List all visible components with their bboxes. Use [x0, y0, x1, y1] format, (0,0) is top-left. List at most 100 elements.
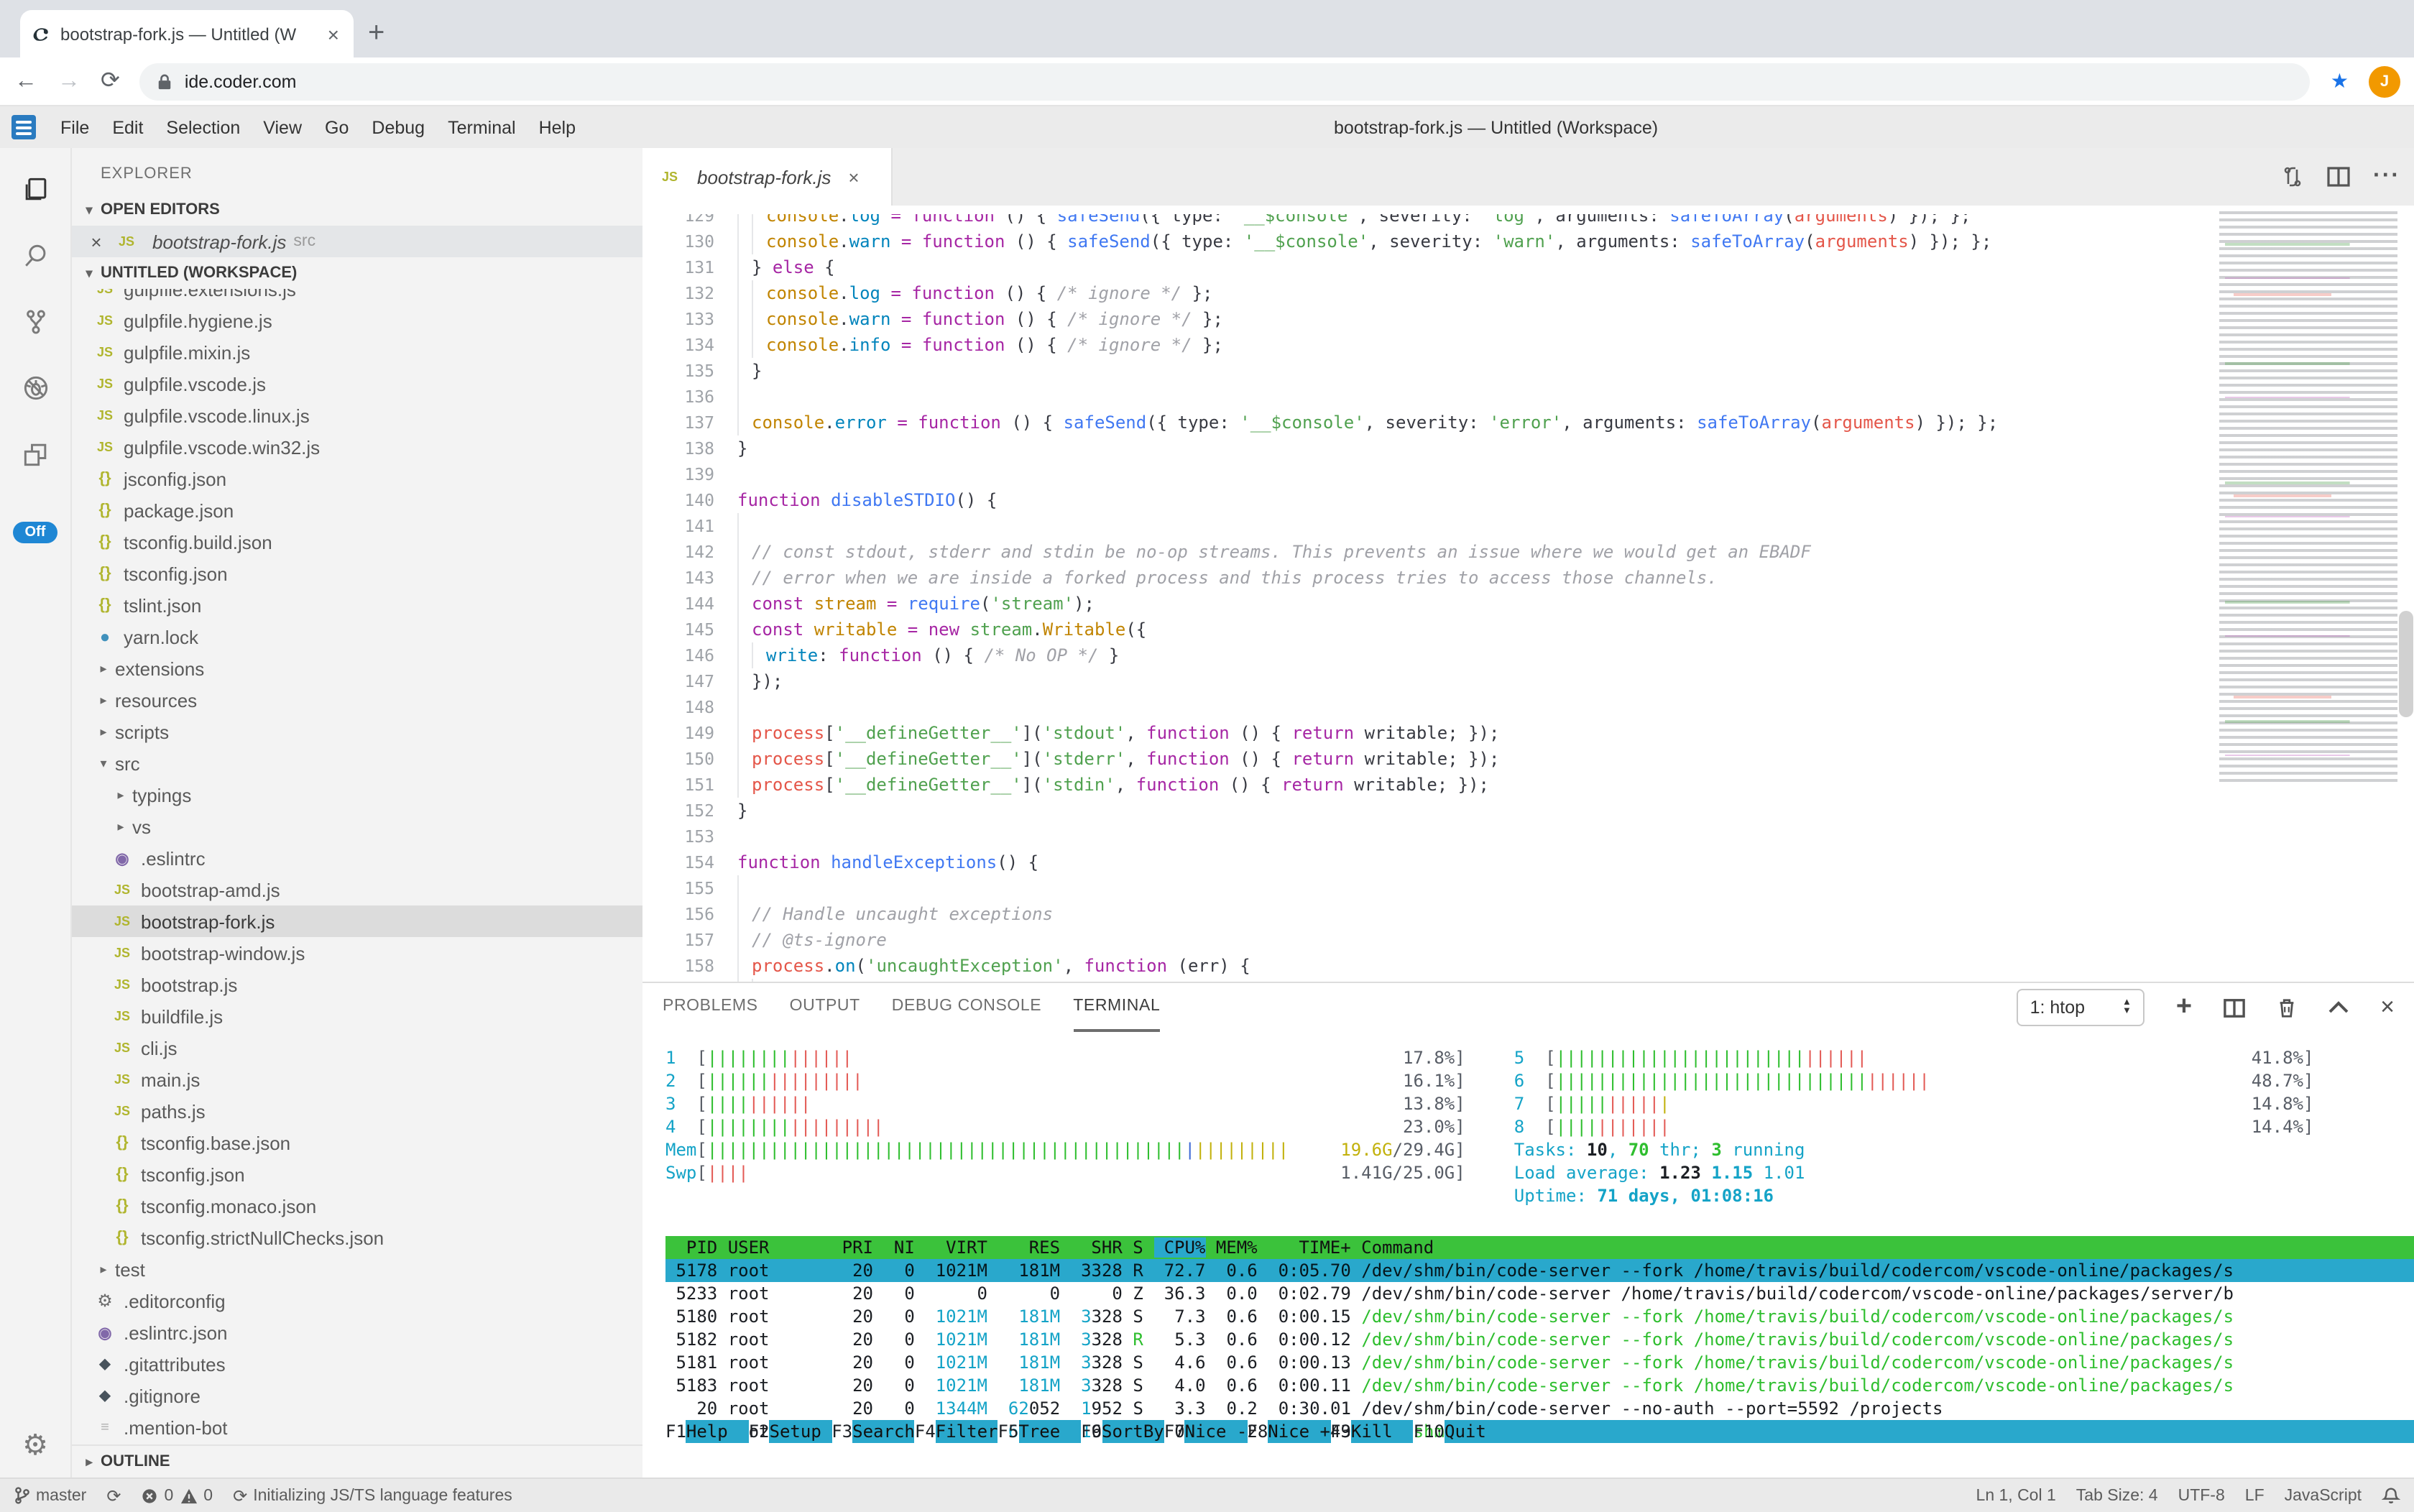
- terminal-view[interactable]: 1 [|||||||||||||| 17.8%] 2 [||||||||||||…: [642, 1032, 2414, 1478]
- tree-folder-scripts[interactable]: ▸scripts: [72, 716, 642, 747]
- tree-file-gulpfile.vscode.linux.js[interactable]: JSgulpfile.vscode.linux.js: [72, 400, 642, 431]
- tree-file-.mention-bot[interactable]: ≡.mention-bot: [72, 1411, 642, 1443]
- fkey-label-F6[interactable]: SortBy: [1102, 1420, 1164, 1443]
- indentation[interactable]: Tab Size: 4: [2076, 1487, 2158, 1504]
- menu-view[interactable]: View: [253, 117, 312, 137]
- tree-folder-vs[interactable]: ▸vs: [72, 811, 642, 842]
- tree-file-jsconfig.json[interactable]: {}jsconfig.json: [72, 463, 642, 494]
- kill-terminal-icon[interactable]: [2277, 997, 2297, 1018]
- tree-file-gulpfile.hygiene.js[interactable]: JSgulpfile.hygiene.js: [72, 305, 642, 336]
- maximize-panel-icon[interactable]: [2328, 1000, 2349, 1015]
- tree-folder-extensions[interactable]: ▸extensions: [72, 653, 642, 684]
- menu-debug[interactable]: Debug: [361, 117, 435, 137]
- tree-file-main.js[interactable]: JSmain.js: [72, 1064, 642, 1095]
- new-tab-button[interactable]: +: [368, 14, 384, 52]
- tree-file-tsconfig.base.json[interactable]: {}tsconfig.base.json: [72, 1127, 642, 1158]
- tree-folder-resources[interactable]: ▸resources: [72, 684, 642, 716]
- tree-file-package.json[interactable]: {}package.json: [72, 494, 642, 526]
- tree-file-.eslintrc.json[interactable]: ◉.eslintrc.json: [72, 1317, 642, 1348]
- tree-file-cli.js[interactable]: JScli.js: [72, 1032, 642, 1064]
- htop-process-row-5178[interactable]: 5178 root 20 0 1021M 181M 3328 R 72.7 0.…: [665, 1259, 2414, 1282]
- fkey-label-F2[interactable]: Setup: [770, 1420, 832, 1443]
- menu-terminal[interactable]: Terminal: [438, 117, 526, 137]
- back-icon[interactable]: ←: [14, 70, 37, 93]
- tree-folder-test[interactable]: ▸test: [72, 1253, 642, 1285]
- tree-file-.gitattributes[interactable]: ◆.gitattributes: [72, 1348, 642, 1380]
- open-changes-icon[interactable]: [2281, 165, 2304, 188]
- fkey-label-F4[interactable]: Filter: [936, 1420, 998, 1443]
- editor-tab[interactable]: JS bootstrap-fork.js ×: [642, 148, 893, 206]
- tree-file-tsconfig.build.json[interactable]: {}tsconfig.build.json: [72, 526, 642, 558]
- tree-file-tsconfig.json[interactable]: {}tsconfig.json: [72, 1158, 642, 1190]
- bookmark-star-icon[interactable]: ★: [2331, 69, 2349, 93]
- tree-file-.eslintrc[interactable]: ◉.eslintrc: [72, 842, 642, 874]
- notifications-bell[interactable]: [2382, 1486, 2400, 1505]
- tree-file-buildfile.js[interactable]: JSbuildfile.js: [72, 1000, 642, 1032]
- fkey-F7[interactable]: F7: [1164, 1420, 1185, 1443]
- menu-edit[interactable]: Edit: [102, 117, 153, 137]
- fkey-F5[interactable]: F5: [998, 1420, 1019, 1443]
- htop-process-row-5233[interactable]: 5233 root 20 0 0 0 0 Z 36.3 0.0 0:02.79 …: [665, 1282, 2414, 1305]
- menu-help[interactable]: Help: [529, 117, 586, 137]
- tree-folder-typings[interactable]: ▸typings: [72, 779, 642, 811]
- fkey-label-F3[interactable]: Search: [852, 1420, 915, 1443]
- tab-problems[interactable]: PROBLEMS: [663, 983, 758, 1032]
- tree-folder-src[interactable]: ▾src: [72, 747, 642, 779]
- fkey-label-F10[interactable]: Quit: [1445, 1420, 1507, 1443]
- fkey-F4[interactable]: F4: [915, 1420, 936, 1443]
- htop-process-row-5182[interactable]: 5182 root 20 0 1021M 181M 3328 R 5.3 0.6…: [665, 1328, 2414, 1351]
- htop-table-header[interactable]: PID USER PRI NI VIRT RES SHR S CPU% MEM%…: [665, 1236, 2414, 1259]
- tree-file-bootstrap-amd.js[interactable]: JSbootstrap-amd.js: [72, 874, 642, 905]
- tree-file-paths.js[interactable]: JSpaths.js: [72, 1095, 642, 1127]
- fkey-label-F8[interactable]: Nice +: [1268, 1420, 1330, 1443]
- split-editor-icon[interactable]: [2327, 165, 2350, 188]
- tree-file-yarn.lock[interactable]: ●yarn.lock: [72, 621, 642, 653]
- refresh-icon[interactable]: ⟳: [101, 70, 120, 93]
- open-editors-header[interactable]: ▾ OPEN EDITORS: [72, 194, 642, 226]
- fkey-F3[interactable]: F3: [831, 1420, 852, 1443]
- tree-file-.editorconfig[interactable]: ⚙.editorconfig: [72, 1285, 642, 1317]
- tab-output[interactable]: OUTPUT: [790, 983, 860, 1032]
- fkey-F8[interactable]: F8: [1247, 1420, 1268, 1443]
- fkey-label-F9[interactable]: Kill: [1351, 1420, 1414, 1443]
- settings-gear-icon[interactable]: ⚙: [22, 1427, 48, 1463]
- tree-file-bootstrap.js[interactable]: JSbootstrap.js: [72, 969, 642, 1000]
- close-icon[interactable]: ×: [86, 231, 106, 252]
- minimap[interactable]: [2219, 211, 2397, 786]
- branch-indicator[interactable]: master: [14, 1486, 86, 1505]
- tree-file-gulpfile.vscode.js[interactable]: JSgulpfile.vscode.js: [72, 368, 642, 400]
- split-terminal-icon[interactable]: [2224, 997, 2245, 1018]
- fkey-label-F7[interactable]: Nice -: [1185, 1420, 1248, 1443]
- eol[interactable]: LF: [2245, 1487, 2265, 1504]
- outline-header[interactable]: ▸ OUTLINE: [72, 1444, 642, 1478]
- menu-file[interactable]: File: [50, 117, 99, 137]
- more-actions-icon[interactable]: ···: [2373, 164, 2400, 190]
- tree-file-tsconfig.strictNullChecks.json[interactable]: {}tsconfig.strictNullChecks.json: [72, 1222, 642, 1253]
- browser-tab-close-icon[interactable]: ×: [325, 22, 342, 45]
- extensions-icon[interactable]: [0, 421, 71, 487]
- source-control-icon[interactable]: [0, 289, 71, 355]
- fkey-F6[interactable]: F6: [1081, 1420, 1102, 1443]
- fkey-F9[interactable]: F9: [1330, 1420, 1351, 1443]
- new-terminal-icon[interactable]: +: [2176, 992, 2192, 1023]
- tree-file-gulpfile.mixin.js[interactable]: JSgulpfile.mixin.js: [72, 336, 642, 368]
- fkey-F1[interactable]: F1: [665, 1420, 686, 1443]
- tree-file-bootstrap-fork.js[interactable]: JSbootstrap-fork.js: [72, 905, 642, 937]
- problems-indicator[interactable]: 0 0: [141, 1487, 213, 1504]
- menu-go[interactable]: Go: [315, 117, 359, 137]
- encoding[interactable]: UTF-8: [2178, 1487, 2225, 1504]
- sync-button[interactable]: ⟳: [106, 1485, 121, 1506]
- menu-selection[interactable]: Selection: [156, 117, 250, 137]
- tree-file-tslint.json[interactable]: {}tslint.json: [72, 589, 642, 621]
- open-editor-item[interactable]: × JS bootstrap-fork.js src: [72, 226, 642, 257]
- avatar[interactable]: J: [2369, 65, 2400, 97]
- close-panel-icon[interactable]: ×: [2380, 993, 2395, 1022]
- editor-scrollbar[interactable]: [2397, 206, 2414, 982]
- htop-process-row-20[interactable]: 20 root 20 0 1344M 62052 1952 S 3.3 0.2 …: [665, 1397, 2414, 1420]
- forward-icon[interactable]: →: [57, 70, 80, 93]
- scrollbar-thumb[interactable]: [2399, 611, 2413, 717]
- tree-file-tsconfig.monaco.json[interactable]: {}tsconfig.monaco.json: [72, 1190, 642, 1222]
- fkey-F2[interactable]: F2: [749, 1420, 770, 1443]
- tab-debug-console[interactable]: DEBUG CONSOLE: [892, 983, 1041, 1032]
- htop-process-row-5183[interactable]: 5183 root 20 0 1021M 181M 3328 S 4.0 0.6…: [665, 1374, 2414, 1397]
